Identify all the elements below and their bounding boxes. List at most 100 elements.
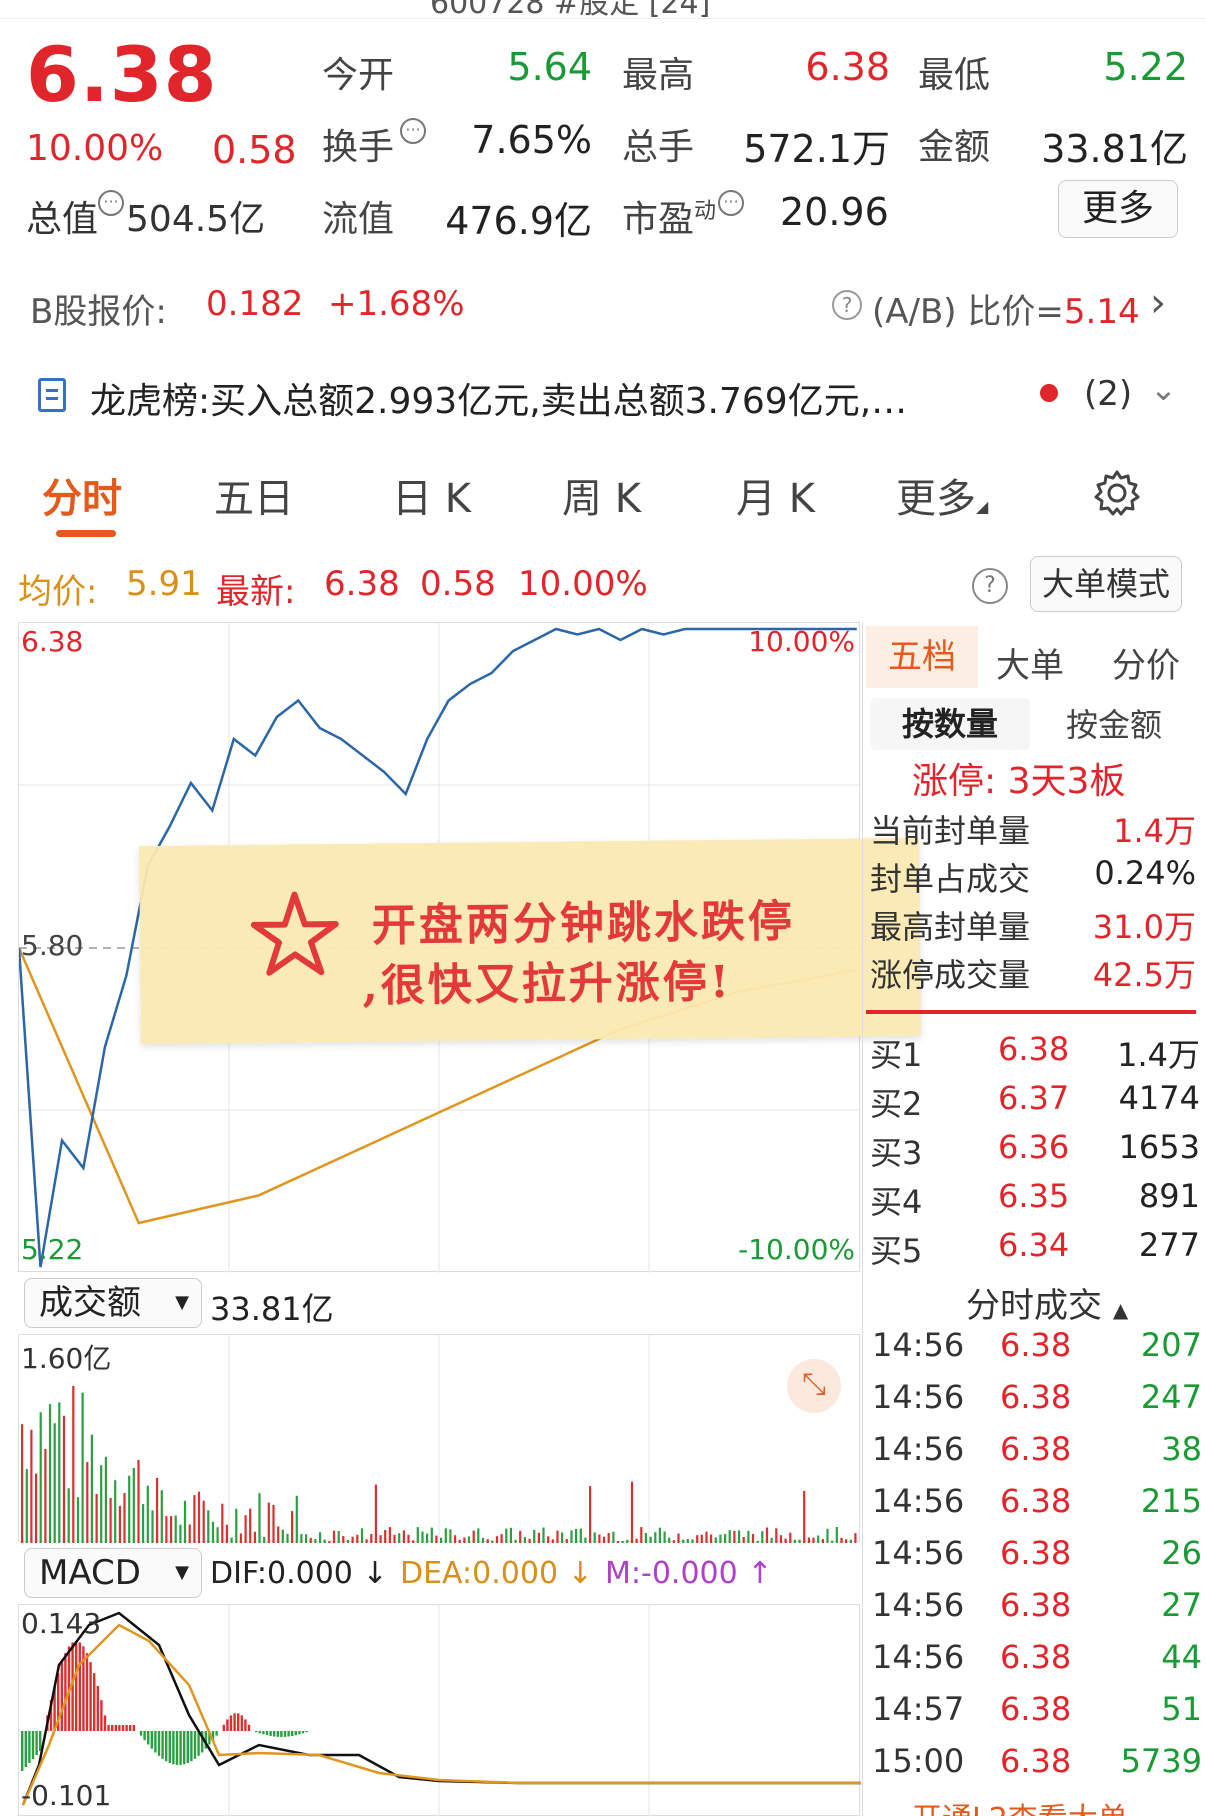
info-more-icon[interactable]: ··· (400, 118, 427, 144)
help-icon[interactable]: ? (832, 290, 862, 320)
expand-icon[interactable]: ⤡ (787, 1359, 841, 1413)
macd-bar (89, 1662, 92, 1731)
macd-bar (215, 1731, 218, 1736)
stat-turnover-value: 7.65% (471, 118, 592, 162)
volume-bar (374, 1484, 377, 1543)
stat-float-value: 476.9亿 (445, 199, 592, 243)
chevron-right-icon[interactable]: › (1150, 280, 1166, 326)
macd-bar (143, 1731, 146, 1741)
info-more-icon[interactable]: ··· (718, 190, 745, 216)
volume-max-label: 1.60亿 (21, 1342, 112, 1375)
volume-bar (323, 1539, 326, 1543)
stat-pe-value: 20.96 (780, 190, 889, 234)
gear-icon[interactable] (1092, 468, 1142, 518)
macd-bar (193, 1731, 197, 1759)
volume-bar (360, 1528, 364, 1543)
macd-bar (229, 1715, 233, 1731)
volume-bar (523, 1537, 526, 1543)
macd-bar (132, 1725, 135, 1731)
volume-bar (477, 1528, 480, 1543)
tab-intraday[interactable]: 分时 (42, 466, 122, 524)
volume-bar (630, 1481, 634, 1543)
dragon-tiger-text[interactable]: 龙虎榜:买入总额2.993亿元,卖出总额3.769亿元,… (90, 372, 907, 424)
volume-bar (835, 1527, 838, 1543)
volume-bar (123, 1493, 126, 1543)
macd-bar (75, 1641, 78, 1731)
avg-value: 5.91 (126, 564, 202, 604)
stat-low-label: 最低 (918, 55, 991, 96)
market-cap-label: 总值 (26, 199, 99, 240)
volume-bar (537, 1532, 540, 1543)
stat-pe-label: 市盈动 ··· (622, 190, 745, 242)
info-more-icon[interactable]: ··· (98, 190, 125, 216)
volume-bar (449, 1529, 452, 1543)
volume-bar (388, 1527, 391, 1543)
bid-row-2: 买2 6.37 4174 (870, 1079, 1200, 1123)
volume-bar (584, 1537, 587, 1543)
seal-label-3: 最高封单量 (870, 908, 1031, 946)
volume-bar (430, 1527, 433, 1543)
volume-bar (81, 1392, 84, 1543)
macd-bar (64, 1653, 67, 1731)
macd-bar (222, 1724, 225, 1731)
change-percent: 10.00% (26, 128, 164, 169)
macd-bar (168, 1731, 171, 1763)
volume-bar (463, 1537, 466, 1543)
document-icon (38, 378, 66, 412)
help-icon[interactable]: ? (972, 568, 1008, 604)
tab-daily-k[interactable]: 日 K (392, 466, 471, 524)
volume-bar (319, 1532, 322, 1543)
volume-bar (21, 1424, 24, 1543)
trades-title[interactable]: 分时成交 ▲ (966, 1278, 1128, 1327)
right-tab-big-order[interactable]: 大单 (996, 638, 1064, 687)
macd-bar (179, 1731, 182, 1765)
subtab-by-amount[interactable]: 按金额 (1066, 700, 1162, 746)
seal-label-1: 当前封单量 (870, 812, 1031, 850)
volume-bar (235, 1508, 238, 1543)
big-order-mode-button[interactable]: 大单模式 (1030, 556, 1182, 612)
volume-selector[interactable]: 成交额 ▼ (24, 1278, 202, 1328)
chevron-down-icon[interactable]: ⌄ (1150, 370, 1177, 408)
volume-total: 33.81亿 (210, 1290, 334, 1328)
volume-bar (72, 1385, 75, 1543)
volume-bar (579, 1528, 582, 1543)
volume-bar (421, 1531, 424, 1543)
volume-bar (35, 1473, 38, 1543)
volume-bar (384, 1530, 387, 1543)
tab-monthly-k[interactable]: 月 K (736, 466, 815, 524)
stat-amount-value: 33.81亿 (1041, 127, 1188, 171)
l2-hint[interactable]: 开通L2查看大单 (912, 1794, 1128, 1816)
current-price: 6.38 (26, 30, 218, 119)
volume-bar (216, 1527, 219, 1543)
macd-selector[interactable]: MACD ▼ (24, 1548, 202, 1598)
volume-bar (565, 1539, 568, 1543)
ab-ratio[interactable]: (A/B) 比价=5.14 (872, 284, 1140, 333)
volume-bar (67, 1488, 70, 1543)
limit-up-label: 涨停: 3天3板 (912, 761, 1126, 802)
subtab-by-quantity[interactable]: 按数量 (870, 698, 1030, 750)
volume-bar (561, 1532, 564, 1543)
volume-bar (179, 1524, 182, 1543)
right-tab-price-distribution[interactable]: 分价 (1112, 638, 1180, 687)
more-button[interactable]: 更多 (1058, 180, 1178, 238)
tab-more[interactable]: 更多◢ (896, 466, 988, 524)
volume-bar (649, 1536, 652, 1543)
volume-bar (109, 1497, 112, 1543)
red-dot (1040, 384, 1058, 402)
tab-weekly-k[interactable]: 周 K (562, 466, 641, 524)
volume-bar (519, 1530, 522, 1543)
volume-bar (761, 1531, 764, 1543)
tab-five-day[interactable]: 五日 (214, 466, 294, 524)
right-tab-five-level[interactable]: 五档 (866, 626, 978, 688)
y-axis-bottom-label: 5.22 (21, 1233, 84, 1266)
volume-bar (593, 1532, 596, 1543)
volume-bar (826, 1528, 829, 1543)
macd-bar (237, 1713, 240, 1731)
volume-bar (221, 1503, 224, 1543)
volume-bar (672, 1540, 675, 1543)
dragon-count[interactable]: (2) (1084, 374, 1132, 414)
macd-bar (305, 1731, 308, 1733)
volume-bar (402, 1530, 405, 1543)
macd-top-label: 0.143 (21, 1607, 102, 1640)
trade-row: 14:56 6.38 247 (872, 1378, 1202, 1416)
